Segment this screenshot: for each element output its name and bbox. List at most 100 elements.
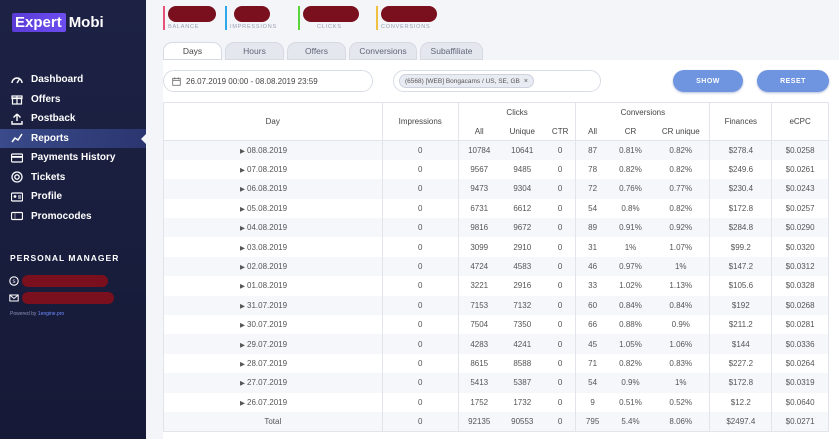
sidebar-item-dashboard[interactable]: Dashboard [0, 70, 146, 90]
col-conv-all[interactable]: All [575, 122, 609, 141]
table-row[interactable]: ▶ 08.08.2019 0 10784 10641 0 87 0.81% 0.82% $278.… [163, 140, 829, 160]
cell-clicks-unique: 9672 [499, 218, 545, 238]
cell-cr-unique: 0.92% [652, 218, 711, 238]
redacted-contact [22, 275, 108, 287]
expand-arrow-icon[interactable]: ▶ [240, 225, 245, 232]
cell-clicks-unique: 4583 [499, 256, 545, 277]
col-cr-unique[interactable]: CR unique [652, 122, 711, 141]
cell-finances: $12.2 [709, 392, 773, 412]
brand-logo[interactable]: Expert Mobi [12, 11, 104, 33]
col-clicks-all[interactable]: All [458, 122, 500, 141]
cell-finances: $278.4 [709, 140, 773, 160]
cell-clicks-all: 3221 [470, 281, 489, 291]
table-row[interactable]: ▶ 04.08.2019 0 9816 9672 0 89 0.91% 0.92% $284.8 $… [163, 218, 829, 238]
manager-skype[interactable]: s [9, 275, 108, 287]
cell-ecpc: $0.0319 [771, 373, 829, 393]
stat-impressions: IMPRESSIONS [225, 6, 277, 32]
manager-email[interactable] [9, 292, 114, 304]
col-cr[interactable]: CR [608, 122, 653, 141]
cell-impressions: 0 [382, 198, 459, 219]
cell-clicks-all: 9567 [470, 165, 489, 175]
skype-icon: s [9, 276, 19, 286]
powered-by-prefix: Powered by [10, 311, 37, 317]
tab-offers[interactable]: Offers [287, 42, 346, 60]
cell-cr: 0.84% [608, 295, 653, 316]
date-range-input[interactable]: 26.07.2019 00:00 - 08.08.2019 23:59 [163, 70, 373, 92]
sidebar-item-offers[interactable]: Offers [0, 90, 146, 110]
cell-clicks-unique: 4241 [499, 334, 545, 354]
table-row[interactable]: ▶ 31.07.2019 0 7153 7132 0 60 0.84% 0.84% $192 $0.… [163, 295, 829, 316]
col-ctr[interactable]: CTR [544, 122, 577, 141]
expand-arrow-icon[interactable]: ▶ [240, 380, 245, 387]
remove-chip-icon[interactable]: × [524, 78, 528, 85]
sidebar-item-payments-history[interactable]: Payments History [0, 148, 146, 168]
cell-day-value: 03.08.2019 [247, 242, 288, 252]
col-clicks-unique[interactable]: Unique [499, 122, 545, 141]
expand-arrow-icon[interactable]: ▶ [240, 361, 245, 368]
sidebar-item-promocodes[interactable]: Promocodes [0, 207, 146, 227]
expand-arrow-icon[interactable]: ▶ [240, 264, 245, 271]
table-row[interactable]: ▶ 06.08.2019 0 9473 9304 0 72 0.76% 0.77% $230.4 $… [163, 179, 829, 199]
tab-conversions[interactable]: Conversions [349, 42, 417, 60]
cell-cr: 0.91% [608, 218, 653, 238]
expand-arrow-icon[interactable]: ▶ [240, 283, 245, 290]
cell-clicks-all: 4724 [458, 256, 500, 277]
offer-filter-input[interactable]: (6568) [WEB] Bongacams / US, SE, GB × [393, 70, 601, 92]
sidebar-item-profile[interactable]: Profile [0, 187, 146, 207]
cell-clicks-all: 7504 [470, 320, 489, 330]
col-finances[interactable]: Finances [709, 102, 773, 141]
expand-arrow-icon[interactable]: ▶ [240, 206, 245, 213]
cell-clicks-unique: 7350 [513, 320, 532, 330]
expand-arrow-icon[interactable]: ▶ [240, 322, 245, 329]
tab-hours[interactable]: Hours [225, 42, 284, 60]
sidebar-item-tickets[interactable]: Tickets [0, 168, 146, 188]
tab-days[interactable]: Days [163, 42, 222, 60]
svg-text:s: s [13, 279, 16, 285]
cell-ctr: 0 [544, 411, 577, 432]
cell-day-value: 26.07.2019 [247, 397, 288, 407]
col-ecpc[interactable]: eCPC [771, 102, 829, 141]
cell-conv-all: 45 [575, 334, 609, 354]
show-button[interactable]: SHOW [673, 70, 743, 92]
cell-impressions: 0 [382, 237, 459, 257]
sidebar-item-label: Postback [31, 113, 76, 125]
stat-accent [225, 6, 227, 30]
expand-arrow-icon[interactable]: ▶ [240, 167, 245, 174]
tab-subaffiliate[interactable]: Subaffiliate [420, 42, 483, 60]
expand-arrow-icon[interactable]: ▶ [240, 342, 245, 349]
cell-conv-all: 9 [590, 397, 595, 407]
reset-button[interactable]: RESET [757, 70, 829, 92]
cell-clicks-unique: 1732 [513, 397, 532, 407]
cell-finances: $230.4 [709, 179, 773, 199]
col-day[interactable]: Day [163, 102, 383, 141]
gauge-icon [10, 73, 23, 86]
cell-impressions: 0 [382, 353, 459, 374]
cell-clicks-unique: 6612 [513, 203, 532, 213]
powered-by-link[interactable]: 1engine.pro [38, 311, 64, 317]
table-row[interactable]: ▶ 01.08.2019 0 3221 2916 0 33 1.02% 1.13% $105.6 $… [163, 276, 829, 296]
col-impressions[interactable]: Impressions [382, 102, 459, 141]
expand-arrow-icon[interactable]: ▶ [240, 400, 245, 407]
cell-conv-all: 89 [575, 218, 609, 238]
cell-finances: $192 [709, 295, 773, 316]
table-row[interactable]: ▶ 27.07.2019 0 5413 5387 0 54 0.9% 1% $172.8 $0.03… [163, 373, 829, 393]
table-row[interactable]: ▶ 26.07.2019 0 1752 1732 0 9 0.51% 0.52% $12.2 $0.… [163, 392, 829, 412]
mail-icon [9, 294, 19, 302]
sidebar-item-reports[interactable]: Reports [0, 128, 146, 148]
table-row[interactable]: ▶ 30.07.2019 0 7504 7350 0 66 0.88% 0.9% $211.2 $0… [163, 315, 829, 335]
cell-impressions: 0 [382, 295, 459, 316]
expand-arrow-icon[interactable]: ▶ [240, 303, 245, 310]
sidebar-item-label: Dashboard [31, 74, 84, 86]
table-row[interactable]: ▶ 07.08.2019 0 9567 9485 0 78 0.82% 0.82% $249.6 $… [163, 159, 829, 180]
expand-arrow-icon[interactable]: ▶ [240, 186, 245, 193]
expand-arrow-icon[interactable]: ▶ [240, 148, 245, 155]
cell-day: ▶ 07.08.2019 [163, 159, 383, 180]
table-row[interactable]: ▶ 05.08.2019 0 6731 6612 0 54 0.8% 0.82% $172.8 $0… [163, 198, 829, 219]
table-row[interactable]: ▶ 29.07.2019 0 4283 4241 0 45 1.05% 1.06% $144 $0.… [163, 334, 829, 354]
table-row[interactable]: ▶ 28.07.2019 0 8615 8588 0 71 0.82% 0.83% $227.2 $… [163, 353, 829, 374]
table-row[interactable]: ▶ 02.08.2019 0 4724 4583 0 46 0.97% 1% $147.2 $0.0… [163, 256, 829, 277]
expand-arrow-icon[interactable]: ▶ [240, 245, 245, 252]
cell-day: ▶ 29.07.2019 [163, 334, 383, 354]
table-row[interactable]: ▶ 03.08.2019 0 3099 2910 0 31 1% 1.07% $99.2 $0.03… [163, 237, 829, 257]
sidebar-item-postback[interactable]: Postback [0, 109, 146, 129]
